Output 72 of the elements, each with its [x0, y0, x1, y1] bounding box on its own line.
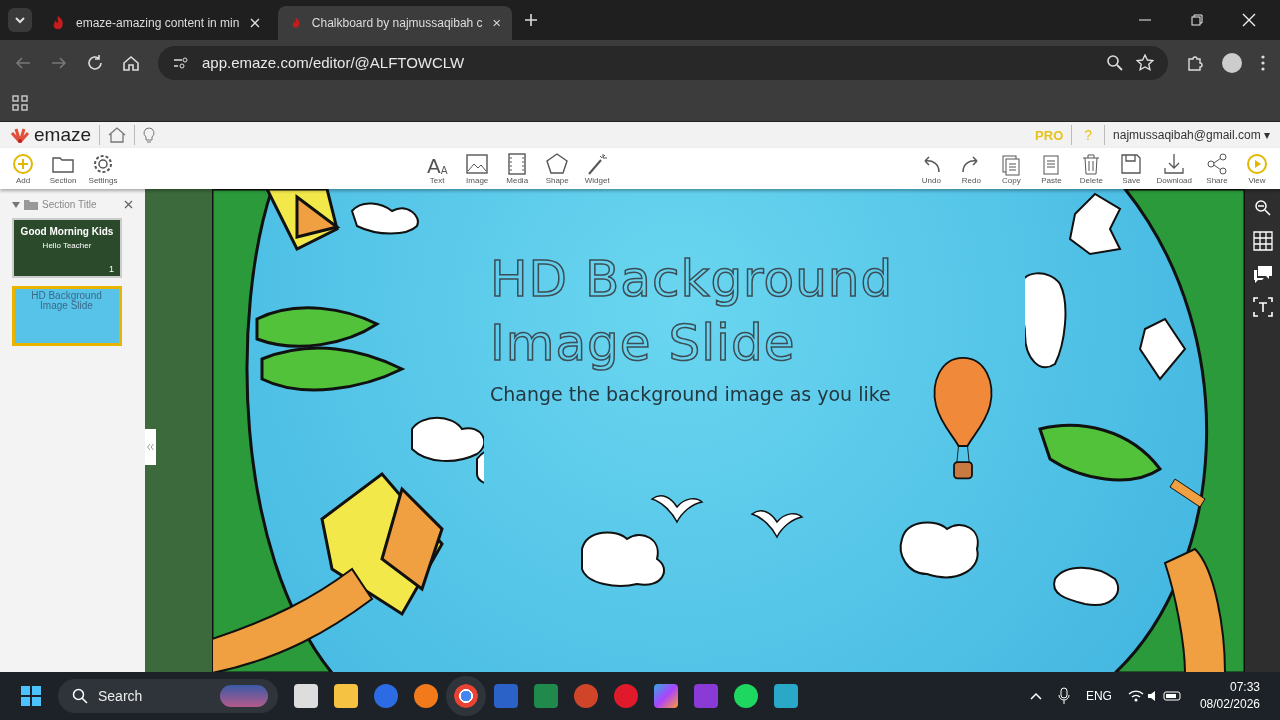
emaze-logo[interactable]: emaze — [34, 124, 92, 146]
avatar-icon[interactable] — [1222, 52, 1242, 73]
pentagon-icon — [545, 152, 570, 176]
tab-title: emaze-amazing content in min — [76, 16, 240, 30]
tab-title: Chalkboard by najmussaqibah c — [311, 16, 483, 30]
tab-list-button[interactable] — [8, 8, 32, 32]
slide-thumbnail[interactable]: Good Morning Kids Hello Teacher 1 — [12, 218, 122, 278]
chevron-down-icon — [14, 14, 26, 26]
toolbar-button[interactable]: Delete — [1074, 152, 1109, 185]
toolbar-button[interactable]: Media — [500, 152, 535, 185]
thumbnail-title: HD Background Image Slide — [30, 291, 103, 311]
toolbar-button[interactable]: Copy — [994, 152, 1029, 185]
toolbar-button[interactable]: AA Text — [420, 152, 455, 185]
home-icon[interactable] — [108, 127, 127, 143]
flame-icon — [290, 15, 302, 31]
grid-icon[interactable] — [1252, 231, 1273, 251]
account-menu[interactable]: najmussaqibah@gmail.com ▾ — [1113, 128, 1270, 142]
chevron-up-icon[interactable] — [1029, 692, 1042, 700]
toolbar-button[interactable]: Undo — [914, 152, 949, 185]
chat-bubbles-icon[interactable] — [1252, 265, 1273, 283]
apps-grid-icon[interactable] — [12, 95, 28, 111]
browser-tab[interactable]: emaze-amazing content in min — [38, 6, 272, 40]
reload-icon[interactable] — [86, 53, 104, 72]
zoom-icon[interactable] — [1106, 53, 1124, 72]
download-icon — [1162, 152, 1187, 176]
toolbar-button[interactable]: Section — [46, 152, 80, 185]
new-tab-icon[interactable] — [524, 13, 538, 27]
magic-wand-icon — [585, 152, 610, 176]
toolbar-button[interactable]: Share — [1200, 152, 1234, 185]
toolbar-button[interactable]: Image — [460, 152, 495, 185]
slide-subtitle[interactable]: Change the background image as you like — [490, 383, 891, 405]
microphone-icon[interactable] — [1057, 687, 1070, 705]
home-icon[interactable] — [122, 53, 140, 72]
toolbar-button[interactable]: Redo — [954, 152, 989, 185]
thumbnail-caption: Hello Teacher — [42, 241, 92, 250]
slide-title[interactable]: Image Slide — [490, 311, 796, 375]
zoom-out-icon[interactable] — [1253, 199, 1272, 217]
add-icon — [11, 152, 35, 176]
wifi-volume-battery-icon[interactable] — [1127, 688, 1184, 704]
thumbnail-title: Good Morning Kids — [20, 226, 114, 237]
toolbar-button[interactable]: Add — [6, 152, 40, 185]
peacock-logo-icon — [10, 127, 30, 143]
taskbar-search-field[interactable]: Search — [58, 679, 278, 713]
toolbar-button[interactable]: Save — [1114, 152, 1149, 185]
toolbar-button[interactable]: View — [1240, 152, 1274, 185]
gear-icon — [91, 152, 115, 176]
address-bar[interactable]: app.emaze.com/editor/@ALFTOWCLW — [158, 45, 1168, 80]
more-icon[interactable] — [1260, 53, 1266, 72]
share-icon — [1205, 152, 1229, 176]
double-chevron-left-icon — [147, 443, 154, 451]
browser-tab[interactable]: Chalkboard by najmussaqibah c — [278, 6, 512, 40]
collapse-triangle-icon[interactable] — [12, 201, 20, 208]
toolbar-button[interactable]: Download — [1154, 152, 1194, 185]
star-icon[interactable] — [1136, 53, 1154, 72]
search-icon — [72, 688, 88, 704]
play-icon — [1245, 152, 1269, 176]
text-box-icon[interactable] — [1252, 297, 1273, 317]
toolbar-button[interactable]: Shape — [540, 152, 575, 185]
image-icon — [465, 152, 490, 176]
toolbar-button[interactable]: Settings — [86, 152, 120, 185]
restore-icon[interactable] — [1190, 13, 1204, 27]
language-indicator[interactable]: ENG — [1085, 689, 1112, 703]
clock-date[interactable]: 08/02/2026 — [1199, 696, 1260, 713]
toolbar-button[interactable]: Paste — [1034, 152, 1069, 185]
windows-start-icon[interactable] — [20, 685, 42, 707]
lightbulb-icon[interactable] — [143, 127, 156, 143]
toolbar-button[interactable]: Widget — [580, 152, 615, 185]
clock-time[interactable]: 07:33 — [1229, 679, 1260, 696]
puzzle-icon[interactable] — [1186, 53, 1204, 72]
text-icon: AA — [426, 152, 448, 176]
slide-title[interactable]: HD Background — [490, 247, 894, 311]
slide-number: 1 — [109, 264, 114, 274]
